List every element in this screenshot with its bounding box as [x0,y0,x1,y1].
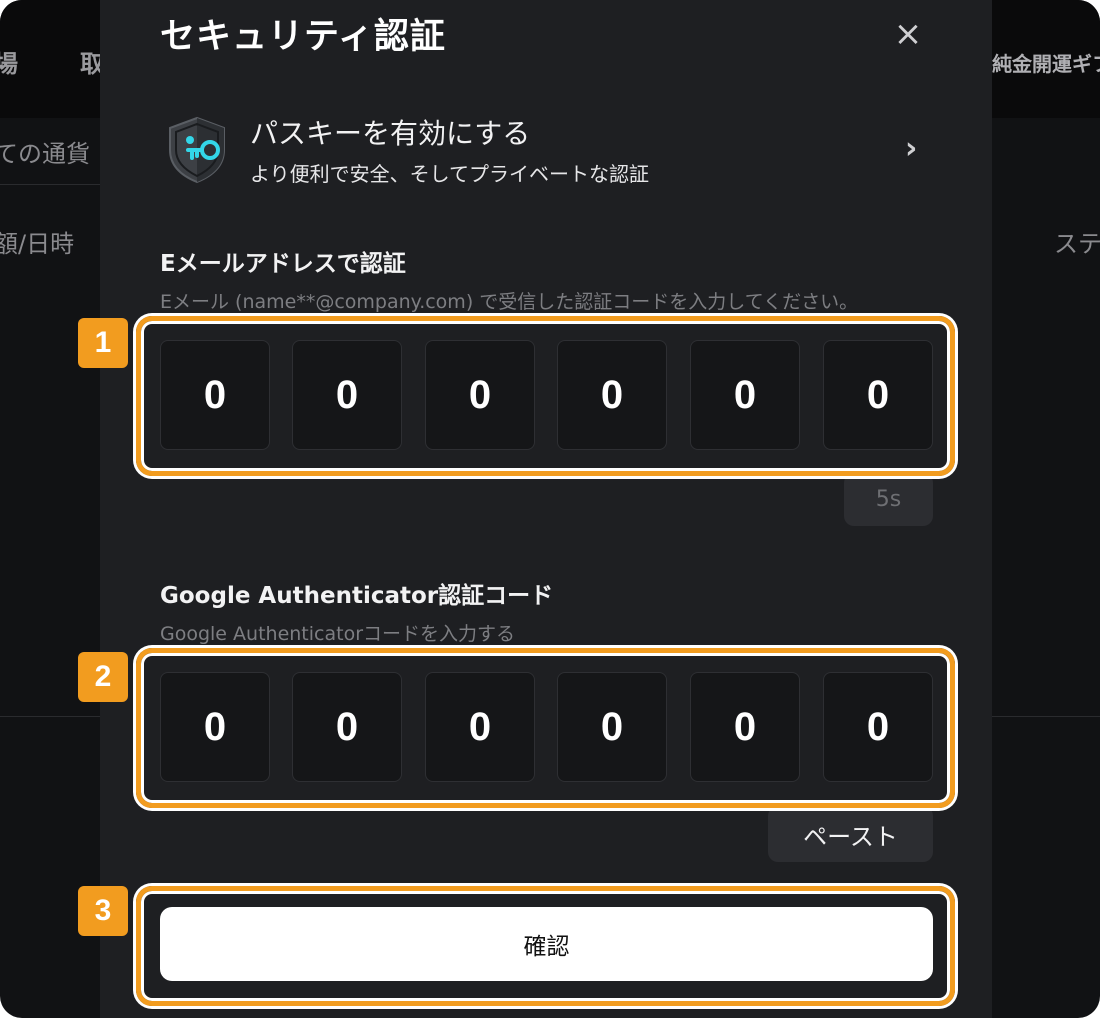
divider [992,716,1100,717]
chevron-right-icon: › [905,131,918,166]
code-digit-4[interactable]: 0 [557,672,667,782]
email-section-title: Eメールアドレスで認証 [160,251,406,277]
table-header: 額/日時 [0,230,75,258]
email-code-input[interactable]: 0 0 0 0 0 0 [160,340,933,450]
modal-title: セキュリティ認証 [160,17,446,57]
code-digit-2[interactable]: 0 [292,672,402,782]
code-digit-5[interactable]: 0 [690,672,800,782]
step-marker-2: 2 [78,652,128,702]
nav-item[interactable]: 純金開運ギフ [992,48,1100,77]
ga-section-title: Google Authenticator認証コード [160,583,554,609]
table-header: ステ [1054,230,1100,258]
code-digit-3[interactable]: 0 [425,672,535,782]
code-digit-2[interactable]: 0 [292,340,402,450]
security-verification-modal: セキュリティ認証 × パスキーを有効にする より便利で安全、そしてプライベートな… [100,0,992,1018]
step-marker-3: 3 [78,886,128,936]
ga-code-input[interactable]: 0 0 0 0 0 0 [160,672,933,782]
currency-filter[interactable]: ての通貨 [0,134,90,169]
code-digit-5[interactable]: 0 [690,340,800,450]
divider [0,184,100,185]
code-digit-3[interactable]: 0 [425,340,535,450]
passkey-subtitle: より便利で安全、そしてプライベートな認証 [250,162,649,186]
confirm-button[interactable]: 確認 [160,907,933,981]
ga-section-description: Google Authenticatorコードを入力する [160,623,516,645]
close-icon[interactable]: × [888,14,928,54]
resend-countdown-button[interactable]: 5s [844,473,933,526]
code-digit-1[interactable]: 0 [160,672,270,782]
step-marker-1: 1 [78,318,128,368]
paste-button[interactable]: ペースト [768,806,933,862]
shield-key-icon [169,116,225,184]
screen: 場 取 純金開運ギフ ての通貨 額/日時 ステ セキュリティ認証 × パスキーを… [0,0,1100,1018]
code-digit-6[interactable]: 0 [823,672,933,782]
passkey-title: パスキーを有効にする [250,117,531,150]
nav-item[interactable]: 場 [0,44,18,79]
code-digit-6[interactable]: 0 [823,340,933,450]
enable-passkey-row[interactable]: パスキーを有効にする より便利で安全、そしてプライベートな認証 › [160,108,932,192]
email-section-description: Eメール (name**@company.com) で受信した認証コードを入力し… [160,291,859,313]
code-digit-1[interactable]: 0 [160,340,270,450]
code-digit-4[interactable]: 0 [557,340,667,450]
divider [0,716,100,717]
